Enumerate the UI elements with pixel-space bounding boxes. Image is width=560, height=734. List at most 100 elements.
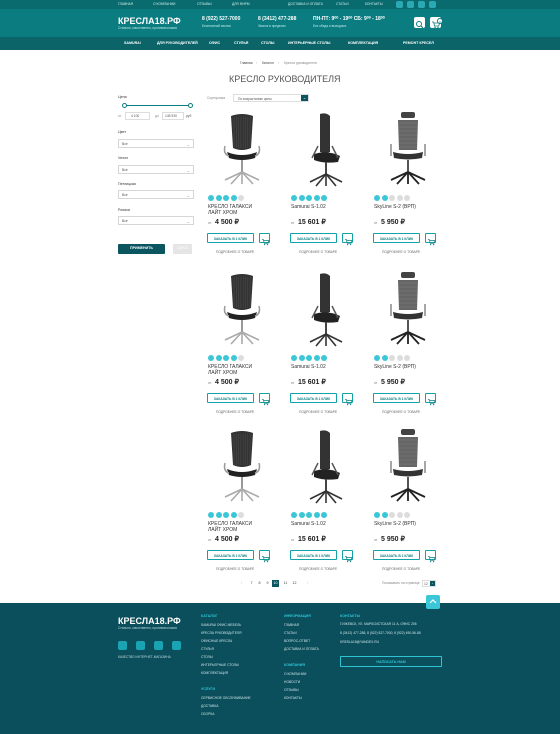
reset-filter-button[interactable]: СБРОС [173, 244, 192, 254]
footer-catalog-link[interactable]: КОМПЛЕКТАЦИЯ [201, 671, 228, 675]
search-button[interactable] [414, 17, 425, 29]
footer-services-link[interactable]: СБОРКА [201, 712, 214, 716]
product-more-link[interactable]: ПОДРОБНЕЕ О ТОВАРЕ [382, 410, 420, 414]
product-more-link[interactable]: ПОДРОБНЕЕ О ТОВАРЕ [299, 250, 337, 254]
add-to-cart-button[interactable] [342, 233, 353, 246]
phone-1[interactable]: 8 (922) 527-7000 [202, 17, 240, 22]
page-link[interactable]: 12 [291, 580, 298, 587]
page-link[interactable]: 11 [282, 580, 289, 587]
order-one-click-button[interactable]: ЗАКАЗАТЬ В 1 КЛИК [373, 393, 420, 403]
product-title[interactable]: SkyLine S-2 (ВРП) [374, 204, 429, 210]
footer-phones[interactable]: 8 (3412) 477-288, 8 (922) 527-7000, 8 (9… [340, 631, 421, 635]
order-one-click-button[interactable]: ЗАКАЗАТЬ В 1 КЛИК [290, 233, 337, 243]
menu-item-tables[interactable]: СТОЛЫ [261, 41, 274, 46]
menu-item-chairs[interactable]: СТУЛЬЯ [234, 41, 248, 46]
product-more-link[interactable]: ПОДРОБНЕЕ О ТОВАРЕ [299, 410, 337, 414]
footer-email[interactable]: KRESLA18@YANDEX.RU [340, 640, 379, 644]
order-one-click-button[interactable]: ЗАКАЗАТЬ В 1 КЛИК [207, 233, 254, 243]
breadcrumb-home[interactable]: Главная [240, 61, 253, 65]
product-more-link[interactable]: ПОДРОБНЕЕ О ТОВАРЕ [382, 250, 420, 254]
apply-filter-button[interactable]: ПРИМЕНИТЬ [118, 244, 165, 254]
add-to-cart-button[interactable] [259, 233, 270, 246]
facebook-icon[interactable] [407, 1, 414, 8]
product-image[interactable] [290, 427, 360, 507]
add-to-cart-button[interactable] [342, 393, 353, 406]
add-to-cart-button[interactable] [425, 393, 436, 406]
vk-icon[interactable] [118, 641, 127, 650]
product-title[interactable]: SkyLine S-2 (ВРП) [374, 364, 429, 370]
menu-item-interior-tables[interactable]: ИНТЕРЬЕРНЫЕ СТОЛЫ [288, 41, 330, 46]
footer-info-link[interactable]: ДОСТАВКА И ОПЛАТА [284, 647, 319, 651]
footer-company-link[interactable]: О КОМПАНИИ [284, 672, 306, 676]
order-one-click-button[interactable]: ЗАКАЗАТЬ В 1 КЛИК [290, 550, 337, 560]
price-to-input[interactable]: 145 930 [162, 112, 184, 120]
footer-catalog-link[interactable]: СТОЛЫ [201, 655, 213, 659]
add-to-cart-button[interactable] [342, 550, 353, 563]
write-us-button[interactable]: НАПИСАТЬ НАМ [340, 656, 442, 667]
wheels-select[interactable]: Все ⌄ [118, 216, 194, 225]
footer-catalog-link[interactable]: SAMURAI ОФИС МЕБЕЛЬ [201, 623, 241, 627]
top-link-articles[interactable]: СТАТЬИ [336, 2, 349, 6]
footer-company-link[interactable]: НОВОСТИ [284, 680, 300, 684]
page-link[interactable]: 9 [264, 580, 271, 587]
per-page-select[interactable]: 12 ⌄ [422, 580, 436, 587]
product-title[interactable]: КРЕСЛО ГАЛАКСИ ЛАЙТ ХРОМ [208, 204, 263, 216]
cover-select[interactable]: Все ⌄ [118, 165, 194, 174]
product-image[interactable] [373, 427, 443, 507]
price-slider-max-handle[interactable] [188, 103, 193, 108]
add-to-cart-button[interactable] [425, 233, 436, 246]
page-link-active[interactable]: 10 [272, 580, 279, 587]
scroll-top-button[interactable] [426, 595, 440, 609]
top-link-contacts[interactable]: КОНТАКТЫ [365, 2, 383, 6]
product-title[interactable]: КРЕСЛО ГАЛАКСИ ЛАЙТ ХРОМ [208, 364, 263, 376]
breadcrumb-catalog[interactable]: Каталог [262, 61, 274, 65]
product-more-link[interactable]: ПОДРОБНЕЕ О ТОВАРЕ [216, 567, 254, 571]
footer-services-link[interactable]: ДОСТАВКА [201, 704, 219, 708]
order-one-click-button[interactable]: ЗАКАЗАТЬ В 1 КЛИК [373, 550, 420, 560]
phone-2[interactable]: 8 (3412) 477-288 [258, 17, 296, 22]
product-image[interactable] [290, 110, 360, 190]
product-more-link[interactable]: ПОДРОБНЕЕ О ТОВАРЕ [382, 567, 420, 571]
top-link-firms[interactable]: ДЛЯ ФИРМ [232, 2, 249, 6]
footer-services-link[interactable]: СЕРВИСНОЕ ОБСЛУЖИВАНИЕ [201, 696, 251, 700]
product-image[interactable] [290, 270, 360, 350]
ok-icon[interactable] [154, 641, 163, 650]
footer-company-link[interactable]: ОТЗЫВЫ [284, 688, 299, 692]
product-more-link[interactable]: ПОДРОБНЕЕ О ТОВАРЕ [299, 567, 337, 571]
product-title[interactable]: SkyLine S-2 (ВРП) [374, 521, 429, 527]
menu-item-office[interactable]: ОФИС [209, 41, 220, 46]
add-to-cart-button[interactable] [425, 550, 436, 563]
footer-info-link[interactable]: ГЛАВНАЯ [284, 623, 299, 627]
price-from-input[interactable]: 4 100 [125, 112, 150, 120]
ok-icon[interactable] [418, 1, 425, 8]
footer-catalog-link[interactable]: ОФИСНЫЕ КРЕСЛА [201, 639, 232, 643]
menu-item-executive[interactable]: ДЛЯ РУКОВОДИТЕЛЕЙ [157, 41, 198, 46]
footer-info-link[interactable]: СТАТЬИ [284, 631, 297, 635]
page-link[interactable]: 8 [256, 580, 263, 587]
stitch-select[interactable]: Все ⌄ [118, 190, 194, 199]
order-one-click-button[interactable]: ЗАКАЗАТЬ В 1 КЛИК [207, 393, 254, 403]
top-link-home[interactable]: ГЛАВНАЯ [118, 2, 133, 6]
product-title[interactable]: Samurai S-1.02 [291, 521, 346, 527]
footer-catalog-link[interactable]: ИНТЕРЬЕРНЫЕ СТОЛЫ [201, 663, 239, 667]
pagination-prev[interactable]: ‹ [238, 580, 245, 587]
product-more-link[interactable]: ПОДРОБНЕЕ О ТОВАРЕ [216, 250, 254, 254]
product-image[interactable] [373, 110, 443, 190]
order-one-click-button[interactable]: ЗАКАЗАТЬ В 1 КЛИК [207, 550, 254, 560]
facebook-icon[interactable] [136, 641, 145, 650]
product-more-link[interactable]: ПОДРОБНЕЕ О ТОВАРЕ [216, 410, 254, 414]
product-image[interactable] [207, 427, 277, 507]
color-select[interactable]: Все ⌄ [118, 139, 194, 148]
order-one-click-button[interactable]: ЗАКАЗАТЬ В 1 КЛИК [373, 233, 420, 243]
instagram-icon[interactable] [429, 1, 436, 8]
add-to-cart-button[interactable] [259, 550, 270, 563]
footer-catalog-link[interactable]: КРЕСЛА РУКОВОДИТЕЛЯ [201, 631, 241, 635]
sort-select[interactable]: По возрастанию цены ⌄ [233, 94, 309, 102]
pagination-next[interactable]: › [304, 580, 311, 587]
price-slider-min-handle[interactable] [122, 103, 127, 108]
footer-company-link[interactable]: КОНТАКТЫ [284, 696, 302, 700]
add-to-cart-button[interactable] [259, 393, 270, 406]
menu-item-accessories[interactable]: КОМПЛЕКТАЦИЯ [348, 41, 378, 46]
vk-icon[interactable] [396, 1, 403, 8]
order-one-click-button[interactable]: ЗАКАЗАТЬ В 1 КЛИК [290, 393, 337, 403]
